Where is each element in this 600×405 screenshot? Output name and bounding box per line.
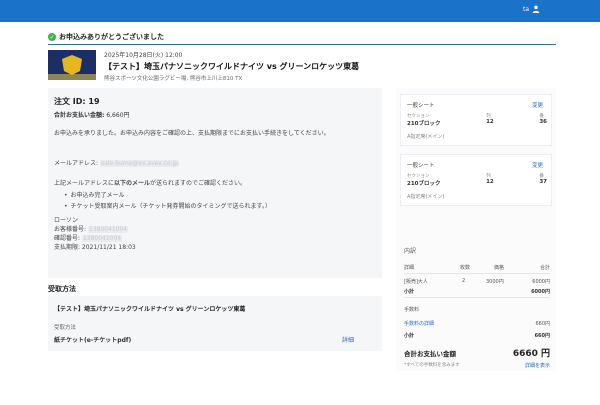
ticket-card: 一般シート 変更 セクション 210ブロック 列 12 番 36 A指定席(メイン) (400, 94, 552, 146)
email-value: sale-bumo@xx.avex.co.jp (99, 160, 179, 167)
order-id: 注文 ID: 19 (54, 97, 100, 106)
divider (48, 44, 556, 45)
list-item: チケット受取案内メール（チケット発券開始のタイミングで送られます。） (64, 201, 271, 210)
pickup-box: 【テスト】埼玉パナソニックワイルドナイツ vs グリーンロケッツ東葛 受取方法 … (48, 296, 382, 351)
change-link[interactable]: 変更 (532, 161, 543, 169)
email-line: メールアドレス: sale-bumo@xx.avex.co.jp (54, 160, 179, 167)
order-summary: 注文 ID: 19 合計お支払い金額: 6,660円 お申込みを承りました。お申… (48, 88, 382, 278)
seat-type: 一般シート (407, 103, 435, 109)
seat-number: 37 (539, 179, 547, 185)
pickup-method-value: 紙チケット(e-チケットpdf) (54, 337, 132, 344)
confirm-number: 1380041004 (81, 235, 123, 242)
pickup-method-label: 受取方法 (54, 325, 77, 331)
seat-class: A指定席(メイン) (407, 194, 445, 200)
store-name: ローソン (54, 217, 79, 224)
pickup-section-title: 受取方法 (48, 285, 76, 293)
event-venue: 熊谷スポーツ文化公園ラグビー場, 熊谷市上川上810 TX (104, 76, 243, 82)
fee-detail-link[interactable]: 手数料の詳細 (404, 320, 434, 327)
pickup-event-name: 【テスト】埼玉パナソニックワイルドナイツ vs グリーンロケッツ東葛 (54, 306, 246, 313)
seat-row: 12 (486, 179, 494, 185)
grand-total-label: 合計お支払い金額 (404, 350, 456, 358)
top-bar: ta (0, 0, 600, 22)
event-date: 2025年10月28日(火) 12:00 (104, 52, 183, 59)
sent-notice: 上記メールアドレスに以下のメールが送られますのでご確認ください。 (54, 180, 247, 187)
thanks-banner: ✓ お申込みありがとうございました (48, 32, 164, 42)
breakdown-title: 内訳 (404, 248, 417, 255)
seat-block: 210ブロック (407, 181, 441, 187)
list-item: お申込み完了メール (64, 190, 271, 199)
seat-type: 一般シート (407, 163, 435, 169)
seat-block: 210ブロック (407, 121, 441, 127)
ticket-card: 一般シート 変更 セクション 210ブロック 列 12 番 37 A指定席(メイン) (400, 154, 552, 206)
grand-total: 合計お支払い金額 6660 円 (404, 346, 550, 359)
content-frame: ✓ お申込みありがとうございました 2025年10月28日(火) 12:00 【… (44, 22, 556, 372)
order-total: 合計お支払い金額: 6,660円 (54, 112, 130, 119)
user-icon (532, 5, 540, 13)
team-logo (48, 50, 96, 80)
payment-store: ローソン お客様番号: 1380041004 確認番号: 1380041004 … (54, 217, 136, 251)
grand-total-amount: 6660 円 (512, 349, 550, 359)
email-list: お申込み完了メール チケット受取案内メール（チケット発券開始のタイミングで送られ… (64, 190, 271, 212)
seat-number: 36 (539, 119, 547, 125)
seat-class: A指定席(メイン) (407, 134, 445, 140)
shield-icon (62, 55, 82, 75)
pickup-detail-link[interactable]: 詳細 (342, 335, 354, 344)
show-detail-link[interactable]: 詳細を表示 (525, 362, 550, 369)
check-icon: ✓ (48, 33, 56, 41)
event-title: 【テスト】埼玉パナソニックワイルドナイツ vs グリーンロケッツ東葛 (104, 62, 360, 71)
payment-deadline: 支払期限: 2021/11/21 18:03 (54, 244, 136, 251)
thanks-text: お申込みありがとうございました (59, 33, 164, 41)
grand-total-note: *すべての手数料を含みます (404, 363, 460, 368)
order-sidebar: 一般シート 変更 セクション 210ブロック 列 12 番 36 A指定席(メイン) … (396, 88, 556, 371)
customer-number: 1380041004 (87, 226, 129, 233)
event-hero: 2025年10月28日(火) 12:00 【テスト】埼玉パナソニックワイルドナイ… (48, 50, 359, 82)
change-link[interactable]: 変更 (532, 101, 543, 109)
seat-row: 12 (486, 119, 494, 125)
order-message: お申込みを承りました。お申込み内容をご確認の上、支払期限までにお支払い手続きをし… (54, 130, 330, 137)
user-label: ta (522, 5, 529, 13)
user-menu[interactable]: ta (523, 5, 540, 13)
